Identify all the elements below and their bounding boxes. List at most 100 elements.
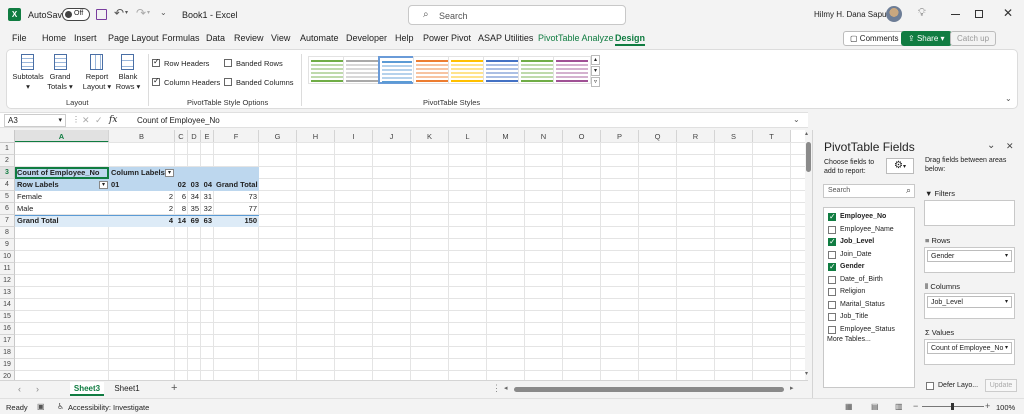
customize-toolbar-icon[interactable]: ⌄ [160, 8, 167, 17]
row-labels-filter-icon[interactable]: ▾ [99, 181, 108, 189]
banded-columns-checkbox[interactable] [224, 78, 232, 86]
chevron-down-icon[interactable]: ▾ [1005, 297, 1008, 308]
row-header-2[interactable]: 2 [0, 155, 15, 167]
field-checkbox[interactable] [828, 236, 836, 248]
value-cell[interactable]: 31 [201, 191, 214, 203]
avatar[interactable] [886, 6, 902, 22]
row-header-16[interactable]: 16 [0, 323, 15, 335]
field-checkbox[interactable] [828, 288, 836, 296]
scrollbar-thumb[interactable] [806, 142, 811, 172]
subtotals-button[interactable]: Subtotals ▾ [12, 72, 44, 92]
search-box[interactable]: ⌕ Search [408, 5, 626, 25]
collapse-ribbon-icon[interactable]: ⌄ [1005, 94, 1012, 103]
field-checkbox[interactable] [828, 250, 836, 259]
column-labels-filter-icon[interactable]: ▾ [165, 169, 174, 177]
pivot-style-swatch[interactable] [378, 56, 416, 84]
zoom-out-icon[interactable]: − [913, 401, 918, 411]
catch-up-button[interactable]: Catch up [950, 31, 997, 46]
pane-options-chevron-icon[interactable]: ⌄ [987, 140, 995, 151]
report-layout-button[interactable]: Report Layout ▾ [81, 72, 113, 92]
row-header-5[interactable]: 5 [0, 191, 15, 203]
macro-record-icon[interactable]: ▣ [37, 402, 45, 411]
page-layout-view-icon[interactable]: ▤ [871, 402, 879, 411]
scroll-down-icon[interactable]: ▾ [805, 370, 808, 377]
gallery-scroll-down-icon[interactable]: ▾ [591, 66, 600, 76]
value-cell[interactable]: 35 [188, 203, 201, 215]
row-label-cell[interactable]: Female [15, 191, 109, 203]
more-options-icon[interactable]: ⋮ [72, 115, 80, 124]
row-header-3[interactable]: 3 [0, 167, 15, 179]
field-checkbox[interactable] [828, 313, 836, 321]
lightbulb-icon[interactable]: 💡︎ [918, 7, 926, 20]
pivot-style-swatch[interactable] [553, 56, 591, 84]
save-icon[interactable] [96, 9, 107, 20]
tab-help[interactable]: Help [395, 33, 414, 43]
page-break-view-icon[interactable]: ▥ [895, 402, 903, 411]
tab-review[interactable]: Review [234, 33, 264, 43]
column-headers-checkbox[interactable] [152, 76, 160, 86]
close-pane-icon[interactable]: ✕ [1006, 141, 1014, 152]
row-header-7[interactable]: 7 [0, 215, 15, 227]
sheet-tab-sheet1[interactable]: Sheet1 [110, 382, 144, 396]
tab-pivottable-analyze[interactable]: PivotTable Analyze [538, 33, 614, 43]
grand-total-value-cell[interactable]: 14 [175, 215, 188, 227]
value-cell[interactable]: 32 [201, 203, 214, 215]
column-key-cell[interactable]: 01 [109, 179, 175, 191]
tab-automate[interactable]: Automate [300, 33, 339, 43]
grand-total-label-cell[interactable]: Grand Total [15, 215, 109, 227]
scroll-right-icon[interactable]: ▸ [790, 384, 794, 392]
zoom-slider-thumb[interactable] [951, 403, 954, 410]
add-sheet-icon[interactable]: + [171, 382, 177, 394]
select-all-corner[interactable] [0, 130, 15, 143]
field-checkbox[interactable] [828, 325, 836, 334]
undo-dropdown-icon[interactable]: ▾ [125, 9, 128, 16]
tab-file[interactable]: File [12, 33, 27, 43]
row-header-4[interactable]: 4 [0, 179, 15, 191]
vertical-scrollbar[interactable]: ▴ ▾ [805, 130, 812, 380]
field-search-input[interactable]: Search ⌕ [823, 184, 915, 198]
tab-asap-utilities[interactable]: ASAP Utilities [478, 33, 533, 43]
tab-data[interactable]: Data [206, 33, 225, 43]
share-button[interactable]: ⇪ Share ▾ [901, 31, 952, 46]
defer-layout-checkbox[interactable] [926, 382, 934, 390]
field-checkbox[interactable] [828, 211, 836, 223]
zoom-in-icon[interactable]: + [985, 401, 990, 411]
zoom-slider[interactable] [922, 403, 984, 410]
chevron-down-icon[interactable]: ▾ [1005, 251, 1008, 262]
name-box[interactable]: A3 ▾ [4, 114, 66, 127]
value-cell[interactable]: 8 [175, 203, 188, 215]
maximize-icon[interactable] [975, 10, 983, 18]
pivot-style-swatch[interactable] [483, 56, 521, 84]
row-header-20[interactable]: 20 [0, 371, 15, 380]
accessibility-icon[interactable]: ♿︎ [57, 402, 64, 411]
blank-rows-button[interactable]: Blank Rows ▾ [113, 72, 143, 92]
zoom-level[interactable]: 100% [996, 403, 1015, 412]
tab-page-layout[interactable]: Page Layout [108, 33, 159, 43]
value-cell[interactable]: 2 [109, 203, 175, 215]
comments-button[interactable]: ▢ Comments [843, 31, 906, 46]
pivot-value-field-cell[interactable]: Count of Employee_No [15, 167, 109, 179]
tab-view[interactable]: View [271, 33, 290, 43]
row-labels-cell[interactable]: Row Labels [15, 179, 109, 191]
field-checkbox[interactable] [828, 300, 836, 309]
scrollbar-thumb[interactable] [514, 387, 784, 392]
row-header-6[interactable]: 6 [0, 203, 15, 215]
gallery-scroll-up-icon[interactable]: ▴ [591, 55, 600, 65]
row-header-12[interactable]: 12 [0, 275, 15, 287]
column-key-cell[interactable]: Grand Total [214, 179, 259, 191]
values-field-chip[interactable]: Count of Employee_No ▾ [927, 342, 1012, 354]
column-key-cell[interactable]: 02 [175, 179, 188, 191]
pivot-style-swatch[interactable] [413, 56, 451, 84]
rows-area[interactable]: Gender ▾ [924, 247, 1015, 273]
grand-totals-button[interactable]: Grand Totals ▾ [45, 72, 75, 92]
cancel-icon[interactable]: ✕ [82, 115, 90, 126]
tab-formulas[interactable]: Formulas [162, 33, 200, 43]
more-tables-link[interactable]: More Tables... [827, 336, 871, 343]
filters-area[interactable] [924, 200, 1015, 226]
sheet-tab-sheet3[interactable]: Sheet3 [70, 382, 104, 396]
rows-field-chip[interactable]: Gender ▾ [927, 250, 1012, 262]
tab-insert[interactable]: Insert [74, 33, 97, 43]
tab-power-pivot[interactable]: Power Pivot [423, 33, 471, 43]
redo-dropdown-icon[interactable]: ▾ [147, 9, 150, 16]
row-headers-checkbox[interactable] [152, 57, 160, 67]
